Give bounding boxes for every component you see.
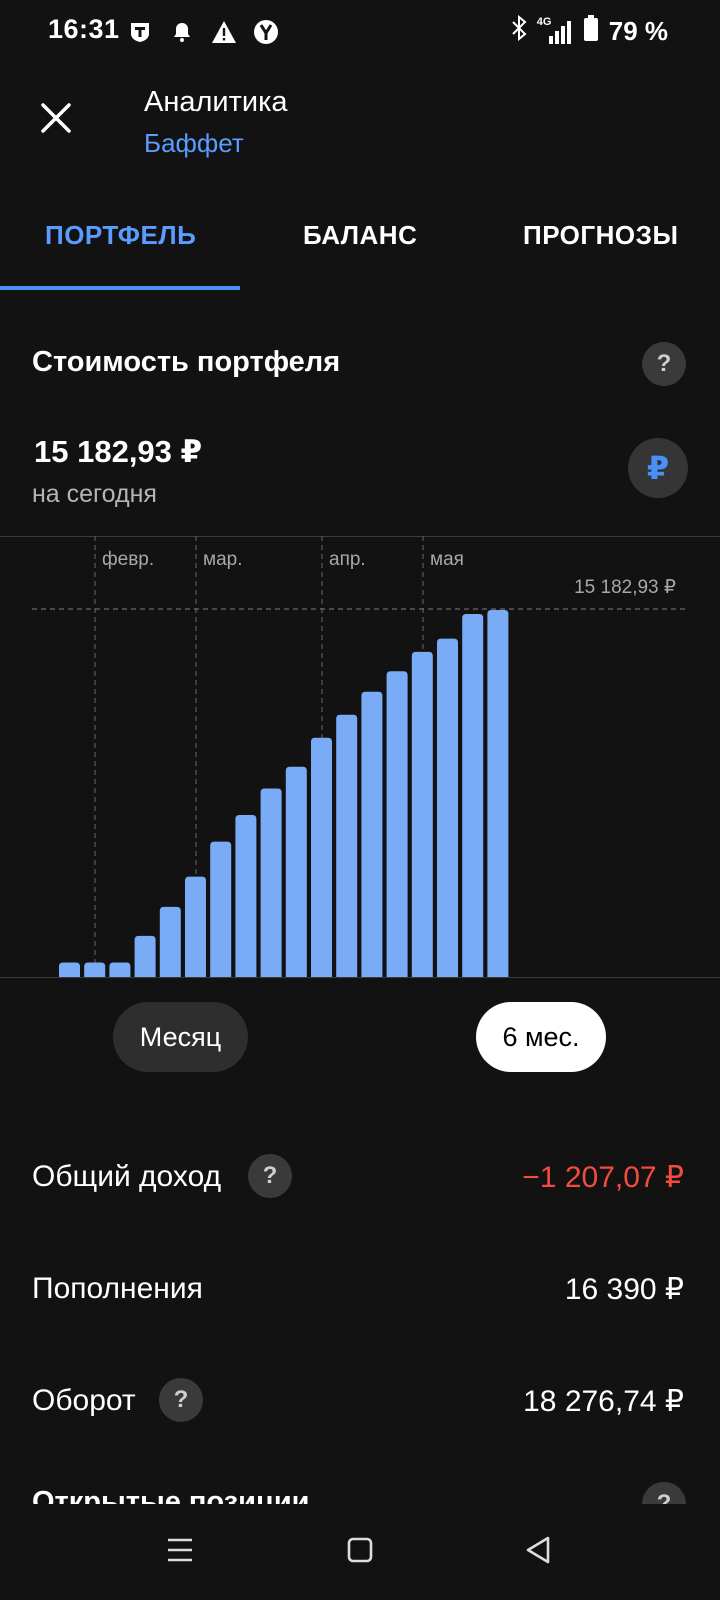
portfolio-chart[interactable]: февр. мар. апр. мая 15 182,93 ₽ [0,536,720,978]
yandex-icon [252,18,280,46]
deposits-value: 16 390 ₽ [564,1273,684,1306]
status-time: 16:31 [48,14,120,44]
back-button[interactable] [518,1530,558,1570]
chart-bar [336,714,358,977]
portfolio-value: 15 182,93 ₽ [34,434,203,469]
max-value-label: 15 182,93 ₽ [574,577,676,598]
currency-button[interactable]: ₽ [628,438,688,498]
warning-icon [210,18,238,46]
chart-bar [159,906,181,977]
chart-bar [109,962,131,977]
tab-portfolio[interactable]: ПОРТФЕЛЬ [45,220,196,251]
tab-forecasts[interactable]: ПРОГНОЗЫ [523,220,678,251]
total-income-value: −1 207,07 ₽ [522,1161,684,1194]
help-icon: ? [642,1482,686,1504]
section-title: Стоимость портфеля [32,346,341,378]
chart-bar [462,613,484,977]
battery-icon [583,14,599,49]
bell-icon [168,18,196,46]
period-month-button[interactable]: Месяц [113,1002,248,1072]
turnover-help-button[interactable]: ? [159,1378,203,1422]
tab-active-indicator [0,286,240,290]
deposits-label: Пополнения [32,1272,203,1305]
chart-bar [487,610,509,977]
period-6-months-button[interactable]: 6 мес. [476,1002,606,1072]
chart-bar [311,737,332,977]
t-app-icon [126,18,154,46]
recent-apps-button[interactable] [160,1530,200,1570]
chart-bar [285,766,307,977]
close-button[interactable] [28,90,84,146]
bluetooth-icon [511,14,527,48]
month-label: мая [430,549,464,570]
close-icon [41,103,71,133]
turnover-label: Оборот [32,1384,136,1417]
month-label: апр. [329,549,366,570]
home-button[interactable] [340,1530,380,1570]
total-income-label: Общий доход [32,1160,222,1193]
chart-bar [210,841,232,977]
chart-bar [185,876,206,977]
turnover-value: 18 276,74 ₽ [523,1385,684,1418]
home-icon [347,1537,373,1563]
status-system-icons: 4G 79 % [511,14,668,49]
back-icon [526,1536,550,1564]
portfolio-name[interactable]: Баффет [144,128,244,159]
month-label: мар. [203,549,242,570]
chart-bar [437,638,458,977]
chart-bar [411,651,433,977]
signal-icon: 4G [537,16,573,46]
chart-bar [59,962,80,977]
status-notification-icons [126,18,280,46]
month-label: февр. [102,549,154,570]
page-title: Аналитика [144,86,288,118]
total-income-help-button[interactable]: ? [248,1154,292,1198]
chart-bar [361,691,383,977]
portfolio-value-caption: на сегодня [32,480,157,508]
tab-balance[interactable]: БАЛАНС [303,220,417,251]
open-positions-help-button[interactable]: ? [642,1482,686,1504]
chart-bar [134,935,156,977]
open-positions-title: Открытые позиции [32,1486,310,1504]
chart-baseline [0,977,720,978]
battery-level: 79 % [608,16,668,46]
chart-bar [260,788,282,977]
menu-icon [168,1538,192,1562]
chart-bar [235,815,257,977]
chart-bar [84,962,106,977]
help-button[interactable]: ? [642,342,686,386]
chart-bar [386,671,408,977]
